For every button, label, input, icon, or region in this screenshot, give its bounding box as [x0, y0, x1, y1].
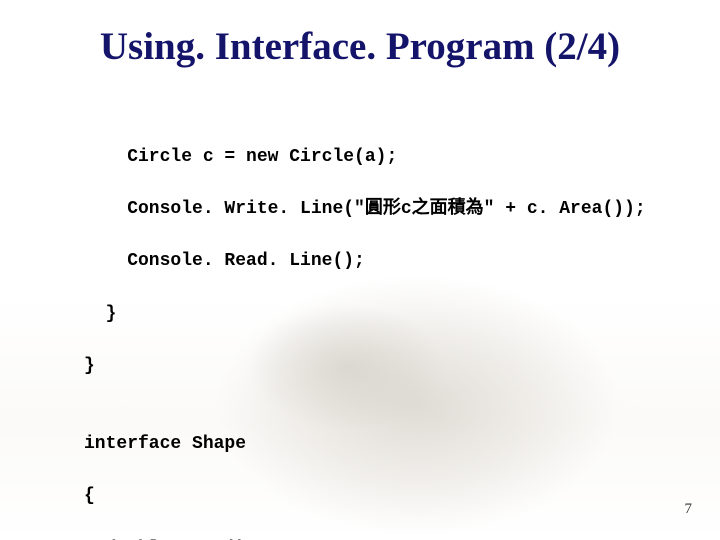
code-block: Circle c = new Circle(a); Console. Write… [84, 118, 646, 540]
code-line: double Area(); [84, 536, 646, 540]
code-line: Console. Read. Line(); [84, 248, 646, 274]
slide: Using. Interface. Program (2/4) Circle c… [0, 0, 720, 540]
slide-title: Using. Interface. Program (2/4) [0, 24, 720, 69]
code-line: { [84, 483, 646, 509]
page-number: 7 [685, 501, 693, 518]
code-line: } [84, 353, 646, 379]
code-line: } [84, 301, 646, 327]
code-line: Console. Write. Line("圓形c之面積為" + c. Area… [84, 196, 646, 222]
code-line: interface Shape [84, 431, 646, 457]
code-line: Circle c = new Circle(a); [84, 144, 646, 170]
